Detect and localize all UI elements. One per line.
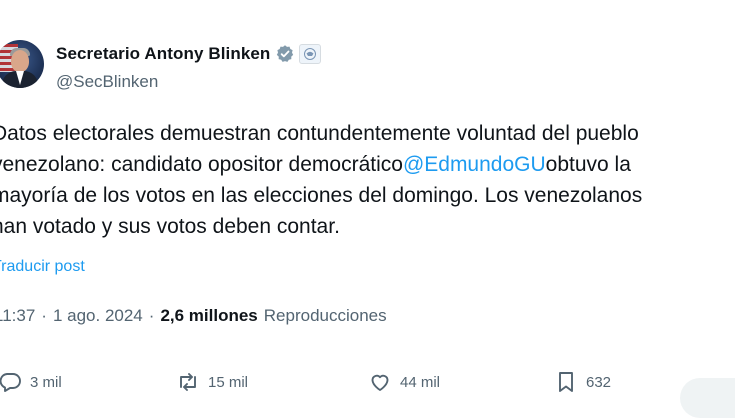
tweet-time[interactable]: 11:37 bbox=[0, 306, 35, 326]
tweet-actions-bar: 3 mil 15 mil 44 mil 632 bbox=[0, 370, 735, 400]
heart-icon bbox=[371, 374, 389, 391]
author-name-row: Secretario Antony Blinken bbox=[56, 44, 322, 64]
avatar[interactable] bbox=[0, 40, 44, 88]
bookmark-icon bbox=[559, 372, 573, 392]
affiliation-seal-icon[interactable] bbox=[299, 44, 322, 64]
tweet-text: Datos electorales demuestran contundente… bbox=[0, 118, 735, 242]
views-label: Reproducciones bbox=[263, 306, 387, 325]
repost-button[interactable]: 15 mil bbox=[176, 370, 248, 394]
views-count: 2,6 millones bbox=[160, 306, 258, 325]
bookmark-count: 632 bbox=[586, 373, 612, 391]
repost-count: 15 mil bbox=[208, 373, 249, 391]
avatar-face bbox=[11, 50, 29, 72]
tweet-date[interactable]: 1 ago. 2024 bbox=[53, 306, 143, 326]
author-display-name[interactable]: Secretario Antony Blinken bbox=[56, 44, 270, 64]
repost-icon bbox=[180, 373, 196, 391]
bookmark-button[interactable]: 632 bbox=[554, 370, 611, 394]
like-button[interactable]: 44 mil bbox=[368, 370, 440, 394]
author-handle[interactable]: @SecBlinken bbox=[56, 72, 158, 92]
meta-separator: · bbox=[148, 306, 155, 325]
reply-count: 3 mil bbox=[30, 373, 62, 391]
reply-button[interactable]: 3 mil bbox=[0, 370, 62, 394]
mention-link[interactable]: @EdmundoGU bbox=[403, 153, 546, 176]
meta-separator: · bbox=[41, 306, 47, 325]
verified-badge-icon[interactable] bbox=[275, 44, 295, 64]
translate-post-link[interactable]: Traducir post bbox=[0, 258, 85, 276]
tweet-meta: 11:37 · 1 ago. 2024 · 2,6 millones Repro… bbox=[0, 306, 387, 326]
reply-icon bbox=[0, 373, 21, 392]
share-button[interactable] bbox=[680, 378, 735, 418]
like-count: 44 mil bbox=[400, 373, 441, 391]
